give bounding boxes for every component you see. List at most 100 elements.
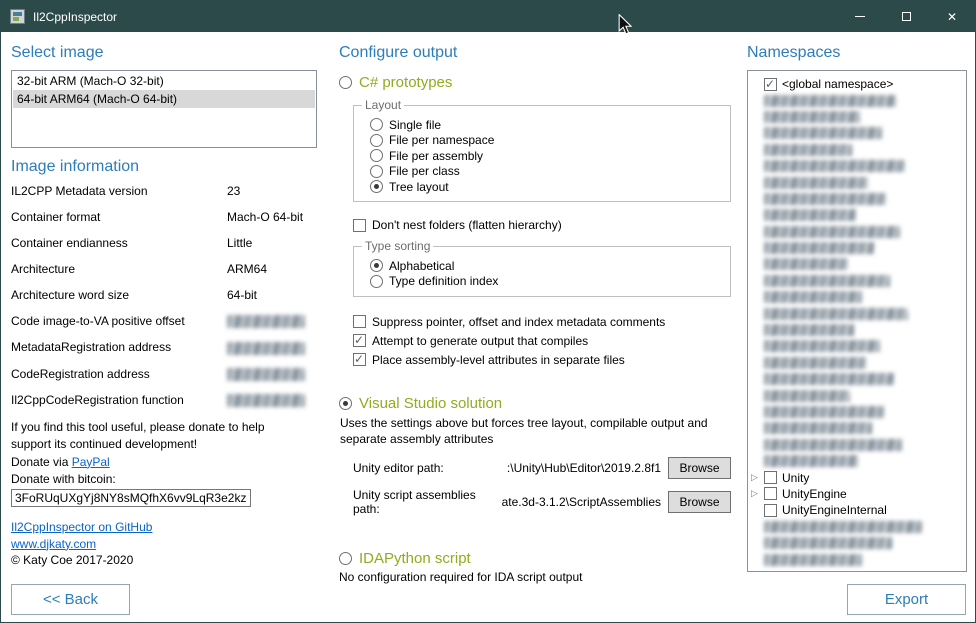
radio-option-file-per-class[interactable]: File per class (370, 164, 720, 178)
image-list-item[interactable]: 64-bit ARM64 (Mach-O 64-bit) (13, 90, 315, 108)
layout-groupbox: Layout Single fileFile per namespaceFile… (353, 105, 731, 202)
radio-option-label: Type definition index (389, 274, 498, 288)
namespace-item-redacted (751, 437, 963, 453)
radio-icon[interactable] (339, 76, 352, 89)
compiles-label: Attempt to generate output that compiles (372, 334, 588, 348)
radio-icon[interactable] (370, 259, 383, 272)
app-icon (10, 9, 25, 24)
configure-output-panel: Configure output C# prototypes Layout Si… (331, 32, 735, 622)
flatten-checkbox[interactable] (353, 219, 366, 232)
attributes-checkbox[interactable] (353, 353, 366, 366)
radio-icon[interactable] (370, 134, 383, 147)
export-button[interactable]: Export (847, 584, 966, 615)
select-image-heading: Select image (11, 44, 317, 62)
namespace-item-redacted (751, 338, 963, 354)
window-controls: ✕ (837, 1, 975, 32)
csharp-prototypes-radio[interactable]: C# prototypes (339, 74, 735, 91)
titlebar[interactable]: Il2CppInspector ✕ (1, 1, 975, 32)
maximize-button[interactable] (883, 1, 929, 32)
info-value-redacted (227, 393, 305, 407)
compiles-checkbox[interactable] (353, 334, 366, 347)
visual-studio-radio[interactable]: Visual Studio solution (339, 395, 735, 412)
radio-option-label: Alphabetical (389, 259, 454, 273)
radio-icon[interactable] (370, 275, 383, 288)
namespace-item-redacted (751, 142, 963, 158)
website-link[interactable]: www.djkaty.com (11, 537, 96, 551)
namespace-item[interactable]: ▷Unity (751, 469, 963, 485)
namespaces-heading: Namespaces (747, 44, 967, 62)
namespace-checkbox[interactable] (764, 471, 777, 484)
unity-editor-path-row: Unity editor path: :\Unity\Hub\Editor\20… (353, 457, 731, 479)
namespace-item-redacted (751, 273, 963, 289)
app-window: Il2CppInspector ✕ Select image 32-bit AR… (0, 0, 976, 623)
radio-icon[interactable] (339, 552, 352, 565)
csharp-prototypes-label: C# prototypes (359, 74, 452, 91)
suppress-checkbox-row[interactable]: Suppress pointer, offset and index metad… (353, 315, 735, 329)
suppress-checkbox[interactable] (353, 315, 366, 328)
window-title: Il2CppInspector (33, 10, 117, 24)
compiles-checkbox-row[interactable]: Attempt to generate output that compiles (353, 334, 735, 348)
namespace-item-redacted (751, 125, 963, 141)
namespace-item[interactable]: <global namespace> (751, 76, 963, 92)
expand-arrow-icon[interactable]: ▷ (751, 472, 764, 483)
namespace-item-redacted (751, 387, 963, 403)
namespace-item-redacted (751, 158, 963, 174)
namespace-checkbox[interactable] (764, 487, 777, 500)
radio-icon[interactable] (339, 397, 352, 410)
radio-icon[interactable] (370, 149, 383, 162)
namespace-item-redacted (751, 191, 963, 207)
radio-icon[interactable] (370, 118, 383, 131)
radio-option-file-per-namespace[interactable]: File per namespace (370, 133, 720, 147)
close-button[interactable]: ✕ (929, 1, 975, 32)
namespace-checkbox[interactable] (764, 504, 777, 517)
radio-icon[interactable] (370, 180, 383, 193)
image-info-heading: Image information (11, 158, 317, 176)
namespace-item-redacted (751, 240, 963, 256)
image-list-item[interactable]: 32-bit ARM (Mach-O 32-bit) (13, 72, 315, 90)
attributes-checkbox-row[interactable]: Place assembly-level attributes in separ… (353, 353, 735, 367)
unity-editor-path-label: Unity editor path: (353, 461, 444, 475)
info-row: Container endiannessLittle (11, 236, 317, 250)
github-link[interactable]: Il2CppInspector on GitHub (11, 520, 152, 534)
unity-script-path-value: ate.3d-3.1.2\ScriptAssemblies (502, 495, 668, 509)
bitcoin-address-input[interactable] (11, 489, 251, 507)
idapython-radio[interactable]: IDAPython script (339, 550, 735, 567)
minimize-icon (855, 16, 865, 17)
namespace-item-redacted (751, 305, 963, 321)
expand-arrow-icon[interactable]: ▷ (751, 488, 764, 499)
namespace-item-redacted (751, 207, 963, 223)
namespace-item[interactable]: UnityEngineInternal (751, 502, 963, 518)
mouse-cursor (618, 14, 632, 35)
namespace-checkbox[interactable] (764, 78, 777, 91)
radio-option-file-per-assembly[interactable]: File per assembly (370, 149, 720, 163)
namespace-item[interactable]: ▷ UnityEngine (751, 486, 963, 502)
radio-icon[interactable] (370, 165, 383, 178)
radio-option-tree-layout[interactable]: Tree layout (370, 180, 720, 194)
back-button[interactable]: << Back (11, 584, 130, 615)
radio-option-type-definition-index[interactable]: Type definition index (370, 274, 720, 288)
donate-via-text: Donate via (11, 455, 72, 469)
radio-option-single-file[interactable]: Single file (370, 118, 720, 132)
unity-script-path-label: Unity script assemblies path: (353, 488, 502, 516)
namespace-label: <global namespace> (782, 77, 893, 91)
info-label: Container endianness (11, 236, 227, 250)
radio-option-alphabetical[interactable]: Alphabetical (370, 259, 720, 273)
info-row: Code image-to-VA positive offset (11, 314, 317, 328)
paypal-link[interactable]: PayPal (72, 455, 110, 469)
flatten-checkbox-row[interactable]: Don't nest folders (flatten hierarchy) (353, 218, 735, 232)
image-list[interactable]: 32-bit ARM (Mach-O 32-bit)64-bit ARM64 (… (11, 70, 317, 148)
flatten-label: Don't nest folders (flatten hierarchy) (372, 218, 562, 232)
configure-output-heading: Configure output (339, 44, 735, 62)
browse-assemblies-button[interactable]: Browse (668, 491, 731, 513)
visual-studio-label: Visual Studio solution (359, 395, 502, 412)
minimize-button[interactable] (837, 1, 883, 32)
image-info-table: IL2CPP Metadata version23Container forma… (11, 184, 317, 407)
unity-editor-path-value: :\Unity\Hub\Editor\2019.2.8f1 (507, 461, 668, 475)
namespace-item-redacted (751, 551, 963, 567)
info-row: Il2CppCodeRegistration function (11, 393, 317, 407)
namespace-label: UnityEngine (782, 487, 847, 501)
radio-option-label: File per class (389, 164, 460, 178)
info-row: ArchitectureARM64 (11, 262, 317, 276)
namespace-list[interactable]: <global namespace>▷Unity▷UnityEngineUnit… (747, 70, 967, 572)
browse-editor-button[interactable]: Browse (668, 457, 731, 479)
